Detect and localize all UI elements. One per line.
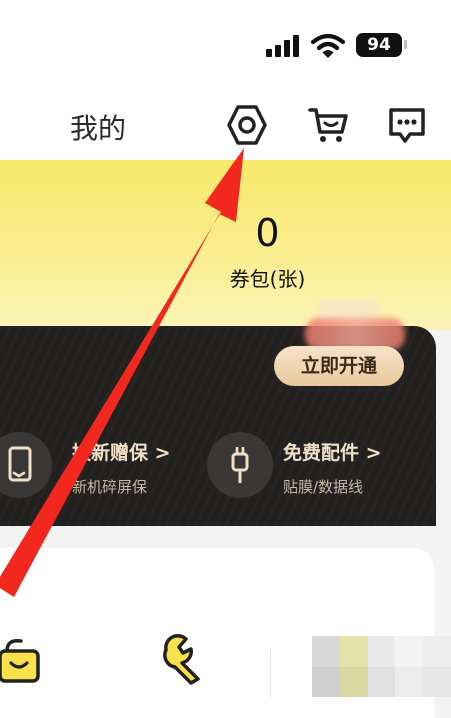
divider [270, 650, 271, 697]
battery-tip [404, 40, 407, 49]
coupon-count[interactable]: 0 [200, 211, 335, 255]
benefit-item-accessories[interactable]: 免费配件 > 贴膜/数据线 [205, 420, 405, 500]
benefit-subtitle: 新机碎屏保 [72, 478, 148, 496]
signal-strength-icon [266, 35, 300, 57]
mosaic-redaction [312, 636, 451, 697]
benefit-title: 换新赠保 > [72, 442, 171, 464]
coupon-label[interactable]: 券包(张) [200, 263, 335, 292]
coupon-area: 0 券包(张) [0, 160, 451, 330]
phone-shield-icon [0, 432, 52, 498]
shopping-bag-icon[interactable] [0, 630, 46, 686]
benefit-title: 免费配件 > [283, 442, 382, 464]
wifi-icon [311, 33, 345, 58]
wrench-icon[interactable] [160, 630, 214, 686]
usb-cable-icon [207, 432, 273, 498]
battery-indicator: 94 [356, 33, 402, 57]
settings-hexagon-icon[interactable] [224, 102, 270, 148]
page-title: 我的 [70, 112, 127, 145]
status-bar: 94 [0, 0, 451, 80]
cart-icon[interactable] [306, 102, 352, 148]
benefit-subtitle: 贴膜/数据线 [283, 478, 364, 496]
open-membership-button[interactable]: 立即开通 [274, 346, 404, 386]
benefit-item-trade-in[interactable]: 换新赠保 > 新机碎屏保 [0, 420, 200, 500]
nav-bar: 我的 [0, 80, 451, 168]
message-icon[interactable] [384, 102, 430, 148]
